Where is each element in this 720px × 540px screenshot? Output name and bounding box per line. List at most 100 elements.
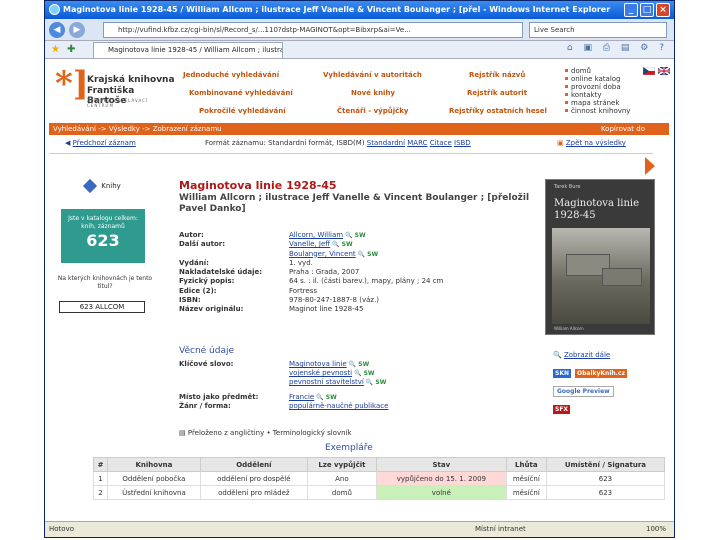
field-row: Název originálu: Maginot line 1928-45 — [179, 305, 539, 314]
subject-row: pevnostní stavitelství 🔍 SW — [179, 378, 539, 387]
note-icon: ▤ — [179, 429, 186, 437]
menu-simple-search[interactable]: Jednoduché vyhledávání — [183, 71, 279, 79]
cell-index: 2 — [93, 485, 108, 500]
favorites-star-icon[interactable]: ★ — [51, 44, 60, 55]
search-icons[interactable]: 🔍 SW — [366, 379, 387, 386]
close-button[interactable]: × — [656, 3, 670, 17]
subject-value: Maginotova linie 🔍 SW — [289, 360, 369, 369]
book-cover[interactable]: Tarek Bure Maginotova linie 1928-45 Will… — [545, 179, 655, 335]
status-bar: Hotovo Místní intranet 100% — [45, 521, 674, 537]
google-preview[interactable]: Google Preview — [553, 382, 663, 400]
field-row: Edice (2): Fortress — [179, 287, 539, 296]
show-more-link[interactable]: Zobrazit dále — [564, 351, 610, 359]
toplink-activities[interactable]: činnost knihovny — [565, 107, 635, 115]
subject-link[interactable]: populárně-naučné publikace — [289, 402, 388, 410]
breadcrumb-bar: Vyhledávání -> Výsledky -> Zobrazení záz… — [49, 123, 669, 135]
breadcrumb[interactable]: Vyhledávání -> Výsledky -> Zobrazení záz… — [53, 125, 222, 133]
url-input[interactable]: http://vufind.kfbz.cz/cgi-bin/sl/Record_… — [103, 22, 523, 38]
cell-period: měsíční — [505, 485, 547, 500]
prev-arrow-icon: ◀ — [65, 139, 71, 147]
nearby-libraries-text: Na kterých knihovnách je tento titul? — [57, 275, 153, 290]
subject-link[interactable]: Maginotova linie — [289, 360, 347, 368]
format-citation[interactable]: Citace — [430, 139, 452, 147]
toplink-sitemap[interactable]: mapa stránek — [565, 99, 635, 107]
field-label: Fyzický popis: — [179, 277, 235, 286]
czech-flag-icon[interactable] — [642, 66, 656, 76]
search-icons[interactable]: 🔍 SW — [358, 251, 379, 258]
col-library: Knihovna — [107, 457, 201, 472]
signature-button[interactable]: 623 ALLCOM — [59, 301, 145, 313]
sfx-link[interactable]: SFX — [553, 400, 663, 418]
col-department: Oddělení — [199, 457, 308, 472]
obalky-badge[interactable]: ObalkyKnih.cz — [575, 368, 627, 378]
back-to-results-link[interactable]: Zpět na výsledky — [566, 139, 626, 147]
cell-loanable: domů — [306, 485, 378, 500]
search-input[interactable]: Live Search — [529, 22, 667, 38]
top-links: domů online katalog provozní doba kontak… — [565, 67, 635, 115]
back-icon[interactable]: ◀ — [49, 22, 65, 38]
search-icons[interactable]: 🔍 SW — [332, 241, 353, 248]
cell-library: Oddělení pobočka — [107, 471, 201, 486]
toplink-home[interactable]: domů — [565, 67, 635, 75]
record-author-line: William Allcorn ; ilustrace Jeff Vanelle… — [179, 193, 530, 214]
subject-link[interactable]: vojenské pevnosti — [289, 369, 352, 377]
zoom-level[interactable]: 100% — [646, 522, 666, 537]
menu-new-books[interactable]: Nové knihy — [351, 89, 395, 97]
google-preview-badge[interactable]: Google Preview — [553, 385, 614, 397]
coauthor-link[interactable]: Vanelle, Jeff — [289, 240, 330, 248]
next-record-arrow-icon[interactable] — [645, 157, 655, 175]
field-row: Další autor: Vanelle, Jeff 🔍 SW — [179, 240, 539, 249]
main-menu: Jednoduché vyhledávání Vyhledávání v aut… — [175, 67, 565, 121]
library-logo[interactable]: *] Krajská knihovna Františka Bartoše ZL… — [55, 65, 175, 111]
subject-link[interactable]: pevnostní stavitelství — [289, 378, 364, 386]
subject-row: Žánr / forma: populárně-naučné publikace — [179, 402, 539, 411]
search-icons[interactable]: 🔍 SW — [316, 394, 337, 401]
prev-record[interactable]: ◀ Předchozí záznam — [65, 139, 136, 147]
minimize-button[interactable]: _ — [624, 3, 638, 17]
menu-authority-index[interactable]: Rejstřík autorit — [467, 89, 527, 97]
menu-authority-search[interactable]: Vyhledávání v autoritách — [323, 71, 422, 79]
search-icons[interactable]: 🔍 SW — [349, 361, 370, 368]
divider — [49, 153, 653, 154]
prev-record-link[interactable]: Předchozí záznam — [73, 139, 136, 147]
copy-to-link[interactable]: Kopírovat do — [601, 123, 645, 135]
toplink-catalog[interactable]: online katalog — [565, 75, 635, 83]
tab-current[interactable]: Maginotova linie 1928-45 / William Allco… — [93, 42, 283, 58]
toplink-hours[interactable]: provozní doba — [565, 83, 635, 91]
uk-flag-icon[interactable] — [657, 66, 670, 76]
menu-combined-search[interactable]: Kombinované vyhledávání — [189, 89, 293, 97]
toplink-contacts[interactable]: kontakty — [565, 91, 635, 99]
subject-link[interactable]: Francie — [289, 393, 314, 401]
forward-icon[interactable]: ▶ — [69, 22, 85, 38]
maximize-button[interactable]: □ — [640, 3, 654, 17]
table-row: 2 Ústřední knihovna oddělení pro mládež … — [93, 485, 666, 500]
results-icon: ▣ — [557, 139, 564, 147]
format-marc[interactable]: MARC — [407, 139, 427, 147]
show-more[interactable]: 🔍 Zobrazit dále — [553, 349, 663, 364]
field-value: Boulanger, Vincent 🔍 SW — [289, 250, 378, 259]
record-fields: Autor: Allcorn, William 🔍 SW Další autor: V… — [179, 231, 539, 315]
coauthor-link[interactable]: Boulanger, Vincent — [289, 250, 356, 258]
cell-location: 623 — [545, 471, 666, 486]
skn-badge[interactable]: SKN — [553, 368, 571, 378]
search-icons[interactable]: 🔍 SW — [345, 232, 366, 239]
add-favorite-icon[interactable]: ✚ — [67, 44, 75, 55]
author-link[interactable]: Allcorn, William — [289, 231, 343, 239]
search-icons[interactable]: 🔍 SW — [354, 370, 375, 377]
sfx-badge[interactable]: SFX — [553, 404, 571, 414]
menu-title-index[interactable]: Rejstřík názvů — [469, 71, 525, 79]
menu-other-indexes[interactable]: Rejstříky ostatních hesel — [449, 107, 547, 115]
cell-index: 1 — [93, 471, 108, 486]
format-isbd[interactable]: ISBD — [454, 139, 471, 147]
back-to-results[interactable]: ▣ Zpět na výsledky — [557, 139, 626, 147]
subject-label: Žánr / forma: — [179, 402, 231, 410]
format-standard[interactable]: Standardní — [367, 139, 405, 147]
record-title: Maginotova linie 1928-45 — [179, 179, 337, 192]
cell-department: oddělení pro dospělé — [199, 471, 308, 486]
field-label: ISBN: — [179, 296, 201, 305]
subject-value: vojenské pevnosti 🔍 SW — [289, 369, 375, 378]
toolbar-icons[interactable]: ⌂ ▣ ⎙ ▤ ⚙ ? — [567, 43, 668, 53]
menu-readers-loans[interactable]: Čtenáři - výpůjčky — [337, 107, 408, 115]
menu-advanced-search[interactable]: Pokročilé vyhledávání — [199, 107, 286, 115]
cell-period: měsíční — [505, 471, 547, 486]
